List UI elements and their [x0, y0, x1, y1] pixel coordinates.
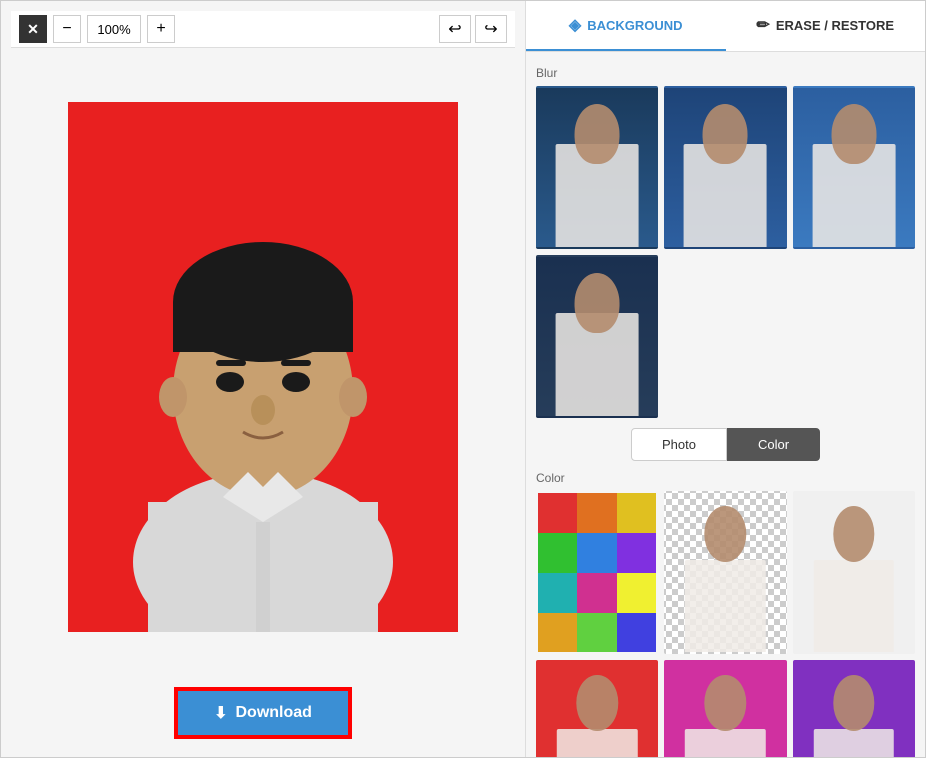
background-tab-label: BACKGROUND — [587, 18, 682, 33]
white-bg-thumb[interactable] — [793, 491, 915, 654]
background-tab[interactable]: ◈ BACKGROUND — [526, 1, 726, 51]
erase-restore-tab[interactable]: ✏ ERASE / RESTORE — [726, 1, 926, 51]
erase-tab-icon: ✏ — [756, 15, 769, 35]
zoom-in-button[interactable]: + — [147, 15, 175, 43]
right-content: Blur Photo — [526, 52, 925, 757]
photo-color-switcher: Photo Color — [536, 428, 915, 461]
thumb-person-1 — [538, 88, 656, 247]
erase-restore-tab-label: ERASE / RESTORE — [776, 18, 894, 33]
color-thumbnail-grid — [536, 491, 915, 757]
toolbar: ✕ − 100% + ↩ ↪ — [11, 11, 515, 48]
left-panel: ✕ − 100% + ↩ ↪ — [1, 1, 525, 757]
blur-thumb-4[interactable] — [536, 255, 658, 418]
color-section-label: Color — [536, 471, 915, 485]
thumb-person-3 — [795, 88, 913, 247]
download-button[interactable]: ⬇ Download — [176, 689, 350, 737]
background-tab-icon: ◈ — [569, 15, 581, 35]
redo-button[interactable]: ↪ — [475, 15, 507, 43]
mini-person-magenta — [666, 662, 784, 757]
person-image — [68, 102, 458, 632]
blur-thumb-3[interactable] — [793, 86, 915, 249]
undo-redo-group: ↩ ↪ — [439, 15, 507, 43]
blur-section-label: Blur — [536, 66, 915, 80]
right-panel: ◈ BACKGROUND ✏ ERASE / RESTORE Blur — [525, 1, 925, 757]
mini-person-red — [538, 662, 656, 757]
blur-thumb-1[interactable] — [536, 86, 658, 249]
color-switch-btn[interactable]: Color — [727, 428, 820, 461]
magenta-bg-thumb[interactable] — [664, 660, 786, 757]
thumb-person-2 — [666, 88, 784, 247]
photo-preview — [68, 102, 458, 632]
download-icon: ⬇ — [214, 703, 227, 723]
transparent-thumb[interactable] — [664, 491, 786, 654]
download-area: ⬇ Download — [11, 675, 515, 747]
red-bg-thumb[interactable] — [536, 660, 658, 757]
mini-person-purple — [795, 662, 913, 757]
right-header: ◈ BACKGROUND ✏ ERASE / RESTORE — [526, 1, 925, 52]
zoom-out-button[interactable]: − — [53, 15, 81, 43]
mini-person-transparent — [666, 493, 784, 652]
download-label: Download — [235, 704, 311, 722]
purple-bg-thumb[interactable] — [793, 660, 915, 757]
thumb-person-4 — [538, 257, 656, 416]
blur-thumbnail-grid — [536, 86, 915, 418]
image-area — [11, 58, 515, 675]
photo-switch-btn[interactable]: Photo — [631, 428, 727, 461]
mini-person-white — [795, 493, 913, 652]
undo-button[interactable]: ↩ — [439, 15, 471, 43]
color-palette-thumb[interactable] — [536, 491, 658, 654]
close-button[interactable]: ✕ — [19, 15, 47, 43]
blur-thumb-2[interactable] — [664, 86, 786, 249]
zoom-value: 100% — [87, 15, 141, 43]
